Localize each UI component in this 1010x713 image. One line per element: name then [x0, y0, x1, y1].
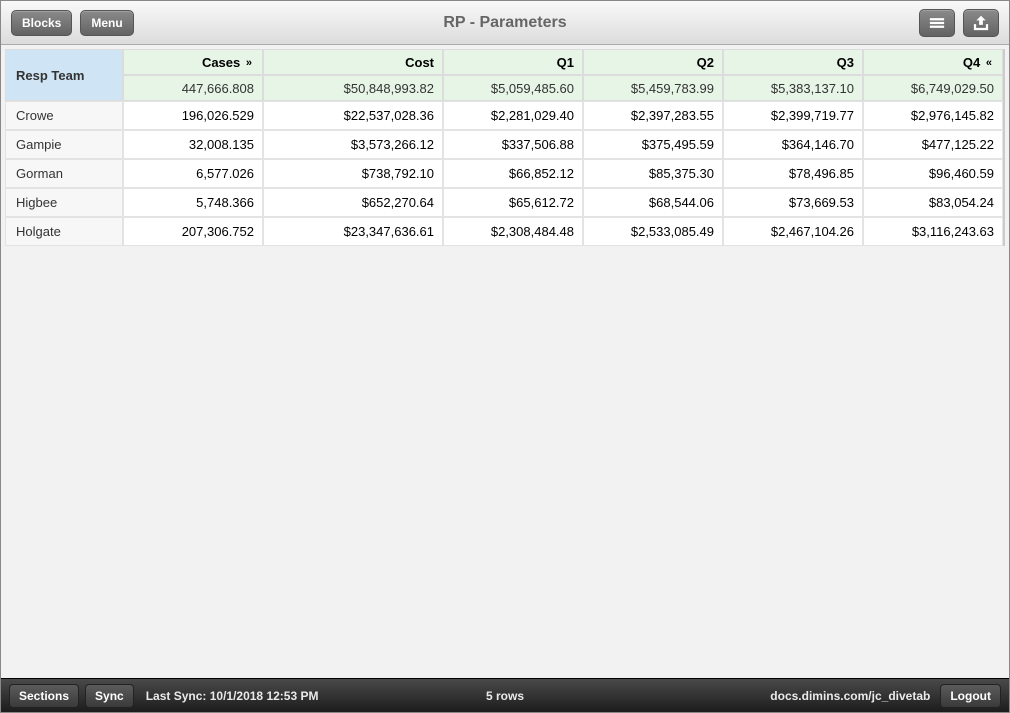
sections-button[interactable]: Sections — [9, 684, 79, 708]
row-q1: $2,281,029.40 — [443, 101, 583, 130]
total-q4: $6,749,029.50 — [863, 75, 1003, 101]
column-header-q3[interactable]: Q3 — [723, 49, 863, 75]
data-grid: Resp Team Cases » Cost Q1 Q2 Q3 Q4 « 447… — [5, 49, 1005, 246]
row-cases: 196,026.529 — [123, 101, 263, 130]
row-cost: $23,347,636.61 — [263, 217, 443, 246]
column-header-q2[interactable]: Q2 — [583, 49, 723, 75]
menu-button[interactable]: Menu — [80, 10, 133, 36]
row-cases: 6,577.026 — [123, 159, 263, 188]
row-cases: 32,008.135 — [123, 130, 263, 159]
row-cases: 207,306.752 — [123, 217, 263, 246]
row-q3: $364,146.70 — [723, 130, 863, 159]
dimension-header[interactable]: Resp Team — [5, 49, 123, 101]
row-q3: $2,399,719.77 — [723, 101, 863, 130]
total-q2: $5,459,783.99 — [583, 75, 723, 101]
row-q1: $66,852.12 — [443, 159, 583, 188]
share-icon[interactable] — [963, 9, 999, 37]
total-cost: $50,848,993.82 — [263, 75, 443, 101]
footer-bar: Sections Sync Last Sync: 10/1/2018 12:53… — [1, 678, 1009, 712]
hamburger-icon[interactable] — [919, 9, 955, 37]
row-q1: $65,612.72 — [443, 188, 583, 217]
row-q4: $2,976,145.82 — [863, 101, 1003, 130]
expand-right-icon: » — [246, 57, 252, 69]
app-window: Blocks Menu RP - Parameters Resp Team Ca… — [0, 0, 1010, 713]
row-q2: $68,544.06 — [583, 188, 723, 217]
column-header-cases-label: Cases — [202, 55, 240, 70]
row-name[interactable]: Holgate — [5, 217, 123, 246]
row-q4: $96,460.59 — [863, 159, 1003, 188]
logout-button[interactable]: Logout — [940, 684, 1001, 708]
row-cost: $652,270.64 — [263, 188, 443, 217]
row-q4: $477,125.22 — [863, 130, 1003, 159]
blocks-button[interactable]: Blocks — [11, 10, 72, 36]
row-q3: $73,669.53 — [723, 188, 863, 217]
collapse-left-icon: « — [986, 57, 992, 69]
row-q3: $78,496.85 — [723, 159, 863, 188]
row-cost: $3,573,266.12 — [263, 130, 443, 159]
sync-button[interactable]: Sync — [85, 684, 134, 708]
row-cases: 5,748.366 — [123, 188, 263, 217]
row-q2: $85,375.30 — [583, 159, 723, 188]
last-sync-text: Last Sync: 10/1/2018 12:53 PM — [146, 689, 319, 703]
hamburger-icon-svg — [928, 14, 946, 32]
total-q3: $5,383,137.10 — [723, 75, 863, 101]
row-q2: $2,397,283.55 — [583, 101, 723, 130]
row-q2: $2,533,085.49 — [583, 217, 723, 246]
row-name[interactable]: Gorman — [5, 159, 123, 188]
row-q1: $337,506.88 — [443, 130, 583, 159]
row-q1: $2,308,484.48 — [443, 217, 583, 246]
top-toolbar: Blocks Menu RP - Parameters — [1, 1, 1009, 45]
column-header-q1[interactable]: Q1 — [443, 49, 583, 75]
column-header-q4[interactable]: Q4 « — [863, 49, 1003, 75]
footer-right-group: docs.dimins.com/jc_divetab Logout — [770, 684, 1001, 708]
column-header-cost[interactable]: Cost — [263, 49, 443, 75]
row-q2: $375,495.59 — [583, 130, 723, 159]
row-cost: $22,537,028.36 — [263, 101, 443, 130]
row-q4: $83,054.24 — [863, 188, 1003, 217]
host-text: docs.dimins.com/jc_divetab — [770, 689, 930, 703]
table-area[interactable]: Resp Team Cases » Cost Q1 Q2 Q3 Q4 « 447… — [1, 45, 1009, 678]
column-header-q4-label: Q4 — [963, 55, 980, 70]
share-icon-svg — [972, 14, 990, 32]
column-header-cases[interactable]: Cases » — [123, 49, 263, 75]
top-right-group — [919, 9, 999, 37]
row-cost: $738,792.10 — [263, 159, 443, 188]
total-q1: $5,059,485.60 — [443, 75, 583, 101]
row-name[interactable]: Higbee — [5, 188, 123, 217]
row-name[interactable]: Crowe — [5, 101, 123, 130]
page-title: RP - Parameters — [1, 14, 1009, 32]
row-q4: $3,116,243.63 — [863, 217, 1003, 246]
total-cases: 447,666.808 — [123, 75, 263, 101]
row-q3: $2,467,104.26 — [723, 217, 863, 246]
row-name[interactable]: Gampie — [5, 130, 123, 159]
